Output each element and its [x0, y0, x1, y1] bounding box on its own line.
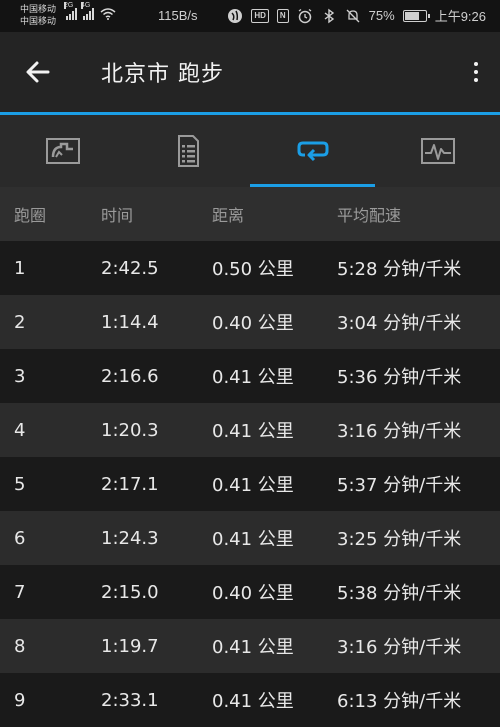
laps-table-body: 1 2:42.5 0.50 公里 5:28 分钟/千米 2 1:14.4 0.4…	[0, 241, 500, 727]
lap-number: 5	[14, 473, 26, 495]
chart-graph-icon	[420, 138, 455, 164]
table-row[interactable]: 9 2:33.1 0.41 公里 6:13 分钟/千米	[0, 673, 500, 727]
table-row[interactable]: 6 1:24.3 0.41 公里 3:25 分钟/千米	[0, 511, 500, 565]
lap-distance: 0.50 公里	[212, 259, 294, 280]
tab-laps[interactable]	[250, 115, 375, 187]
mute-bell-icon	[346, 9, 360, 22]
table-row[interactable]: 5 2:17.1 0.41 公里 5:37 分钟/千米	[0, 457, 500, 511]
lap-time: 1:24.3	[101, 527, 159, 549]
laps-loop-icon	[297, 141, 328, 162]
lap-time: 1:19.7	[101, 635, 159, 657]
laps-table-header: 跑圈 时间 距离 平均配速	[0, 187, 500, 241]
clock: 上午9:26	[434, 9, 486, 24]
table-row[interactable]: 8 1:19.7 0.41 公里 3:16 分钟/千米	[0, 619, 500, 673]
signal-icon-1: 2G	[64, 2, 77, 20]
tab-map[interactable]	[0, 115, 125, 187]
table-row[interactable]: 3 2:16.6 0.41 公里 5:36 分钟/千米	[0, 349, 500, 403]
lap-time: 1:20.3	[101, 419, 159, 441]
table-row[interactable]: 2 1:14.4 0.40 公里 3:04 分钟/千米	[0, 295, 500, 349]
lap-distance: 0.41 公里	[212, 529, 294, 550]
app-bar: 北京市 跑步	[0, 32, 500, 115]
lap-pace: 3:04 分钟/千米	[337, 313, 462, 334]
lap-time: 2:33.1	[101, 689, 159, 711]
bluetooth-icon	[324, 8, 334, 23]
carrier-top: 中国移动	[20, 4, 57, 14]
nfc-icon: N	[276, 8, 289, 23]
tab-bar	[0, 115, 500, 187]
carrier-bottom: 中国移动	[20, 16, 57, 26]
lap-pace: 3:16 分钟/千米	[337, 637, 462, 658]
status-bar: 中国移动 中国移动 2G 4G 115B/s HD N 75% 上午9:26	[0, 0, 500, 32]
document-list-icon	[177, 135, 199, 167]
lap-pace: 6:13 分钟/千米	[337, 691, 462, 712]
table-row[interactable]: 4 1:20.3 0.41 公里 3:16 分钟/千米	[0, 403, 500, 457]
battery-percent: 75%	[368, 8, 395, 23]
tab-charts[interactable]	[375, 115, 500, 187]
lap-pace: 5:36 分钟/千米	[337, 367, 462, 388]
header-avg-pace: 平均配速	[337, 206, 402, 225]
net-type-1: 2G	[64, 2, 74, 9]
lap-number: 4	[14, 419, 26, 441]
signal-icons: 2G 4G	[64, 2, 116, 20]
table-row[interactable]: 7 2:15.0 0.40 公里 5:38 分钟/千米	[0, 565, 500, 619]
lap-number: 8	[14, 635, 26, 657]
lap-time: 2:16.6	[101, 365, 159, 387]
lap-number: 6	[14, 527, 26, 549]
header-lap: 跑圈	[14, 206, 47, 225]
battery-icon	[402, 9, 430, 22]
lap-number: 1	[14, 257, 26, 279]
lap-distance: 0.41 公里	[212, 475, 294, 496]
lap-distance: 0.41 公里	[212, 367, 294, 388]
net-type-2: 4G	[81, 2, 91, 9]
status-right-icons: HD N 75% 上午9:26	[227, 6, 486, 25]
lap-time: 1:14.4	[101, 311, 159, 333]
lap-distance: 0.40 公里	[212, 313, 294, 334]
lap-distance: 0.41 公里	[212, 691, 294, 712]
lap-number: 2	[14, 311, 26, 333]
lap-number: 7	[14, 581, 26, 603]
signal-icon-2: 4G	[81, 2, 94, 20]
tab-details[interactable]	[125, 115, 250, 187]
header-distance: 距离	[212, 206, 245, 225]
alarm-icon	[298, 8, 312, 23]
hd-icon: HD	[251, 8, 269, 23]
table-row[interactable]: 1 2:42.5 0.50 公里 5:28 分钟/千米	[0, 241, 500, 295]
map-route-icon	[45, 138, 80, 164]
battery-fill	[404, 11, 419, 20]
page-title: 北京市 跑步	[101, 62, 224, 87]
lap-pace: 5:37 分钟/千米	[337, 475, 462, 496]
globe-icon	[228, 8, 243, 23]
lap-distance: 0.40 公里	[212, 583, 294, 604]
lap-distance: 0.41 公里	[212, 421, 294, 442]
network-speed: 115B/s	[158, 8, 198, 23]
lap-pace: 5:28 分钟/千米	[337, 259, 462, 280]
lap-pace: 5:38 分钟/千米	[337, 583, 462, 604]
wifi-icon	[100, 8, 116, 20]
lap-time: 2:17.1	[101, 473, 159, 495]
header-time: 时间	[101, 206, 134, 225]
more-options-icon[interactable]	[468, 54, 484, 90]
back-arrow-icon[interactable]	[22, 56, 54, 88]
lap-number: 3	[14, 365, 26, 387]
carrier-info: 中国移动 中国移动	[20, 3, 56, 27]
lap-distance: 0.41 公里	[212, 637, 294, 658]
lap-pace: 3:16 分钟/千米	[337, 421, 462, 442]
lap-number: 9	[14, 689, 26, 711]
lap-time: 2:42.5	[101, 257, 159, 279]
lap-pace: 3:25 分钟/千米	[337, 529, 462, 550]
lap-time: 2:15.0	[101, 581, 159, 603]
